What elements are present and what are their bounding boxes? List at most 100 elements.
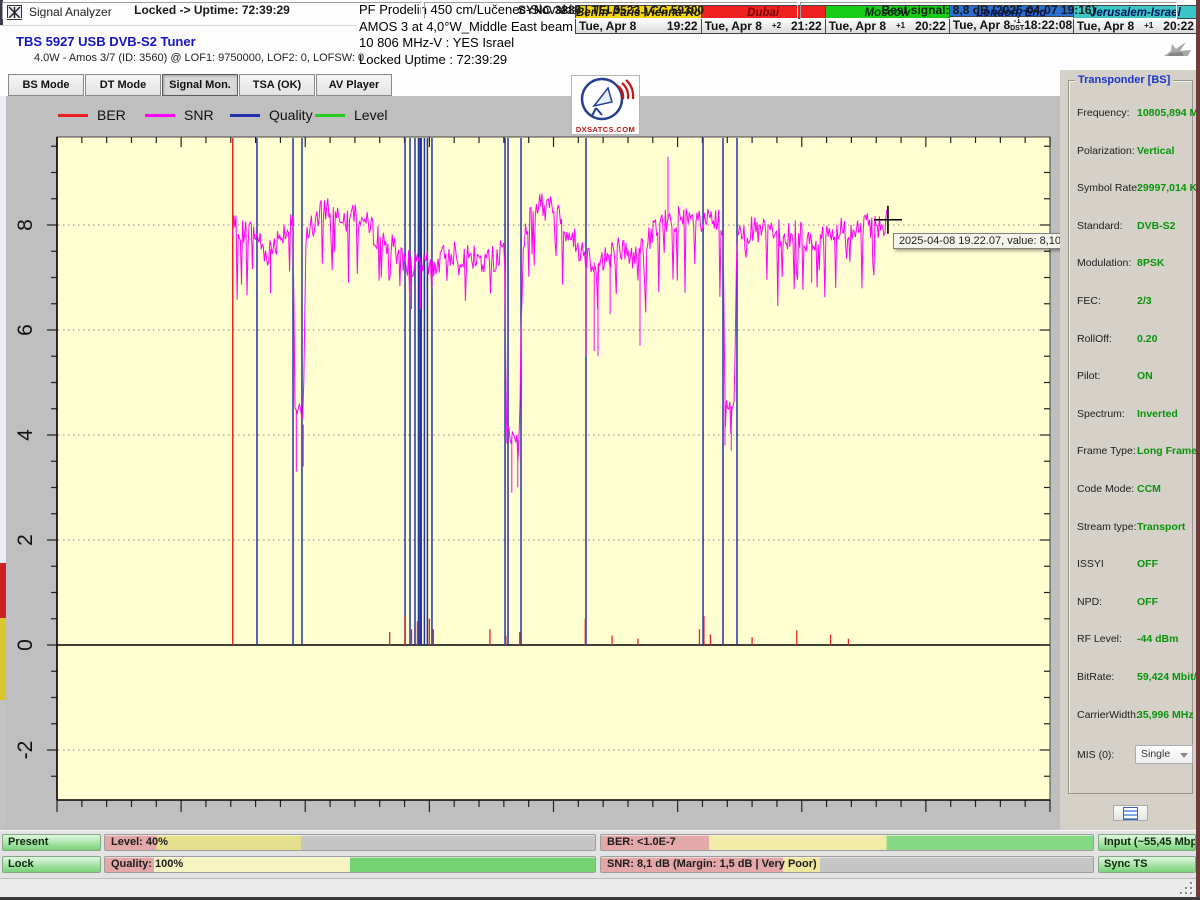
site-line-2: AMOS 3 at 4,0°W_Middle East beam	[359, 19, 579, 36]
status-best-signal: Best signal: 8,8 dB (2025-04-07 19:16)	[800, 2, 1177, 19]
svg-text:4: 4	[14, 429, 37, 441]
transponder-field-label: NPD:	[1077, 596, 1102, 608]
transponder-field-value: DVB-S2	[1137, 220, 1176, 232]
left-strip-gray-segment	[0, 700, 6, 830]
transponder-field-row: FEC: 2/3	[1077, 295, 1187, 309]
lock-indicator: Lock	[2, 856, 101, 873]
transponder-field-label: Symbol Rate:	[1077, 182, 1140, 194]
transponder-field-row: Symbol Rate:29997,014 KS/s	[1077, 182, 1187, 196]
left-signal-strip	[0, 96, 6, 830]
transponder-field-row: RollOff: 0.20	[1077, 333, 1187, 347]
mis-row: MIS (0): Single	[1077, 749, 1187, 761]
transponder-field-label: FEC:	[1077, 295, 1101, 307]
transponder-field-row: Polarization:Vertical	[1077, 145, 1187, 159]
tab-bs-mode[interactable]: BS Mode	[8, 74, 84, 96]
transponder-field-value: 2/3	[1137, 295, 1152, 307]
tab-signal-mon[interactable]: Signal Mon.	[162, 74, 238, 96]
svg-text:8: 8	[14, 219, 37, 231]
tab-av-player[interactable]: AV Player	[316, 74, 392, 96]
transponder-field-label: Pilot:	[1077, 370, 1100, 382]
hand-icon	[1158, 38, 1194, 58]
window-edge-right	[1196, 0, 1200, 900]
clock-time: 19:22	[667, 19, 698, 33]
clock-date: Tue, Apr 8	[829, 19, 886, 33]
clock-date: Tue, Apr 8	[579, 19, 636, 33]
tab-tsa[interactable]: TSA (OK)	[239, 74, 315, 96]
transponder-field-label: Standard:	[1077, 220, 1123, 232]
site-line-3: 10 806 MHz-V : YES Israel	[359, 35, 579, 52]
mode-tabs: BS Mode DT Mode Signal Mon. TSA (OK) AV …	[8, 74, 393, 96]
transponder-field-label: RollOff:	[1077, 333, 1112, 345]
clock-time: 18:22:08	[1024, 18, 1072, 32]
transponder-field-label: ISSYI	[1077, 558, 1104, 570]
transponder-field-row: NPD: OFF	[1077, 596, 1187, 610]
transponder-field-row: Standard: DVB-S2	[1077, 220, 1187, 234]
transponder-field-value: 10805,894 MHz	[1137, 107, 1200, 119]
clock-time: 21:22	[791, 19, 822, 33]
transponder-field-label: Frame Type:	[1077, 445, 1136, 457]
transponder-field-value: Long Frame	[1137, 445, 1197, 457]
transponder-field-row: Spectrum: Inverted	[1077, 408, 1187, 422]
snr-meter: SNR: 8,1 dB (Margin: 1,5 dB | Very Poor)	[600, 856, 1094, 873]
clock-date: Tue, Apr 8	[1077, 19, 1134, 33]
disk-icon	[1123, 807, 1138, 820]
clock-utc-offset: +1	[886, 22, 915, 30]
clock-time: 20:22	[915, 19, 946, 33]
transponder-field-label: CarrierWidth:	[1077, 709, 1139, 721]
svg-text:-2: -2	[14, 741, 37, 760]
chevron-down-icon	[1180, 753, 1188, 758]
clock-utc-offset: +1	[1134, 22, 1163, 30]
transponder-groupbox: Transponder [BS] Frequency:10805,894 MHz…	[1068, 80, 1193, 794]
transponder-field-value: OFF	[1137, 558, 1158, 570]
svg-text:0: 0	[14, 639, 37, 651]
mis-label: MIS (0):	[1077, 749, 1114, 761]
svg-text:6: 6	[14, 324, 37, 336]
clock-utc-offset: +2	[762, 22, 791, 30]
left-strip-red-segment	[0, 563, 6, 618]
save-button[interactable]	[1113, 805, 1148, 821]
transponder-field-value: OFF	[1137, 596, 1158, 608]
transponder-field-label: BitRate:	[1077, 671, 1114, 683]
transponder-field-label: Stream type:	[1077, 521, 1137, 533]
quality-meter: Quality: 100%	[104, 856, 596, 873]
mis-dropdown[interactable]: Single	[1135, 745, 1193, 764]
transponder-field-label: Modulation:	[1077, 257, 1131, 269]
transponder-field-row: ISSYI OFF	[1077, 558, 1187, 572]
transponder-field-value: 8PSK	[1137, 257, 1164, 269]
input-indicator: Input (~55,45 Mbps)	[1098, 834, 1196, 851]
clock-date: Tue, Apr 8	[953, 18, 1010, 32]
transponder-field-value: Transport	[1137, 521, 1185, 533]
transponder-field-row: Stream type:Transport	[1077, 521, 1187, 535]
clock-utc-offset: -1DST	[1010, 17, 1024, 33]
present-indicator: Present	[2, 834, 101, 851]
transponder-field-value: Vertical	[1137, 145, 1174, 157]
transponder-field-value: 0.20	[1137, 333, 1157, 345]
transponder-title: Transponder [BS]	[1075, 74, 1173, 86]
tab-dt-mode[interactable]: DT Mode	[85, 74, 161, 96]
transponder-field-row: Frequency:10805,894 MHz	[1077, 107, 1187, 121]
status-sync-counters: SYNC 3886 | TEI 3523 | CC 59300	[424, 2, 798, 19]
site-line-4: Locked Uptime : 72:39:29	[359, 52, 579, 69]
transponder-field-label: Spectrum:	[1077, 408, 1125, 420]
transponder-field-value: -44 dBm	[1137, 633, 1178, 645]
transponder-field-row: Pilot: ON	[1077, 370, 1187, 384]
transponder-field-label: Code Mode:	[1077, 483, 1134, 495]
transponder-field-value: ON	[1137, 370, 1153, 382]
transponder-field-value: 59,424 Mbit/s	[1137, 671, 1200, 683]
resize-grip[interactable]	[1180, 882, 1194, 896]
transponder-field-value: 29997,014 KS/s	[1137, 182, 1200, 194]
sync-ts-indicator: Sync TS	[1098, 856, 1196, 873]
signal-chart[interactable]: 8 6 4 2 0 -2	[8, 96, 1056, 830]
svg-text:2: 2	[14, 534, 37, 546]
clock-time: 20:22	[1163, 19, 1194, 33]
titlebar-divider	[0, 25, 356, 26]
status-uptime: Locked -> Uptime: 72:39:29	[2, 2, 422, 19]
clock-date: Tue, Apr 8	[705, 19, 762, 33]
transponder-field-row: BitRate:59,424 Mbit/s	[1077, 671, 1187, 685]
tuner-title: TBS 5927 USB DVB-S2 Tuner	[16, 34, 196, 49]
mis-selected-value: Single	[1141, 748, 1170, 760]
left-strip-yellow-segment	[0, 618, 6, 700]
transponder-field-value: Inverted	[1137, 408, 1178, 420]
ber-meter: BER: <1.0E-7	[600, 834, 1094, 851]
transponder-field-row: CarrierWidth:35,996 MHz	[1077, 709, 1187, 723]
